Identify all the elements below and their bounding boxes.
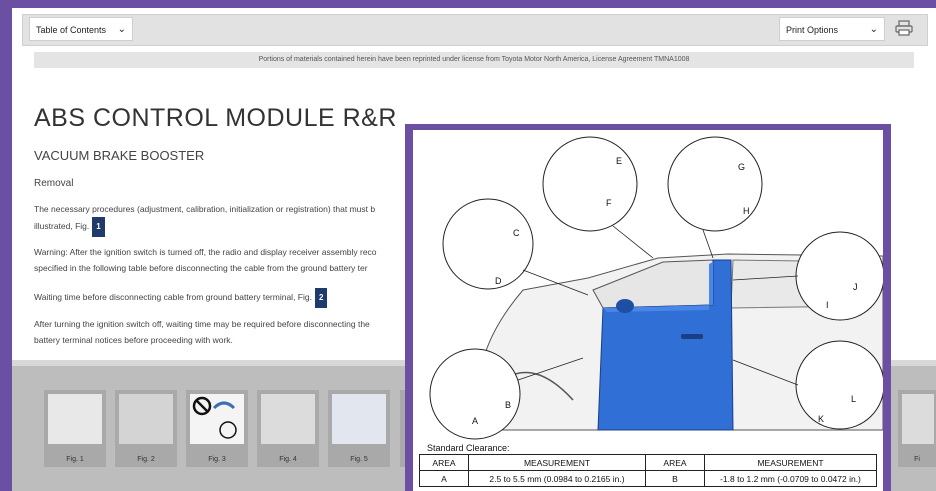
thumbnail-label: Fig. 4 xyxy=(279,456,297,463)
chevron-down-icon: ⌄ xyxy=(117,24,126,35)
svg-text:H: H xyxy=(743,206,750,216)
thumbnail-label: Fi xyxy=(914,456,920,463)
thumbnail-image xyxy=(48,394,102,444)
chevron-down-icon: ⌄ xyxy=(869,24,878,35)
procedure-paragraph: The necessary procedures (adjustment, ca… xyxy=(34,201,414,237)
waiting-paragraph: Waiting time before disconnecting cable … xyxy=(34,288,414,308)
svg-text:E: E xyxy=(616,156,622,166)
table-cell: A xyxy=(419,470,469,487)
svg-text:F: F xyxy=(606,198,612,208)
door-clearance-diagram: C D E F G H I J A B K L xyxy=(429,136,883,440)
notice-paragraph: After turning the ignition switch off, w… xyxy=(34,316,414,348)
figure-link-badge[interactable]: 1 xyxy=(92,217,105,237)
svg-text:J: J xyxy=(853,282,858,292)
paragraph-line: Warning: After the ignition switch is tu… xyxy=(34,247,377,257)
svg-text:D: D xyxy=(495,276,502,286)
no-sign-icon xyxy=(192,396,237,439)
table-of-contents-dropdown[interactable]: Table of Contents ⌄ xyxy=(29,17,133,41)
print-options-label: Print Options xyxy=(786,25,839,35)
thumbnail-label: Fig. 2 xyxy=(137,456,155,463)
printer-icon[interactable] xyxy=(895,20,913,36)
thumbnail-image xyxy=(190,394,244,444)
section-subtitle: VACUUM BRAKE BOOSTER xyxy=(34,148,205,163)
gallery-thumbnail[interactable]: Fi xyxy=(898,390,936,467)
license-notice: Portions of materials contained herein h… xyxy=(34,52,914,68)
thumbnail-label: Fig. 3 xyxy=(208,456,226,463)
figure-canvas: C D E F G H I J A B K L Standard Clearan… xyxy=(413,130,883,491)
svg-text:I: I xyxy=(826,300,829,310)
figure-popup[interactable]: C D E F G H I J A B K L Standard Clearan… xyxy=(405,124,891,491)
column-header: AREA xyxy=(419,454,469,471)
table-cell: 2.5 to 5.5 mm (0.0984 to 0.2165 in.) xyxy=(468,470,646,487)
gallery-thumbnail[interactable]: Fig. 5 xyxy=(328,390,390,467)
gallery-thumbnail[interactable]: Fig. 2 xyxy=(115,390,177,467)
svg-text:L: L xyxy=(851,394,856,404)
page-title: ABS CONTROL MODULE R&R xyxy=(34,104,397,132)
thumbnail-image xyxy=(902,394,934,444)
column-header: AREA xyxy=(645,454,705,471)
thumbnail-image xyxy=(261,394,315,444)
toc-label: Table of Contents xyxy=(36,25,107,35)
paragraph-line: battery terminal notices before proceedi… xyxy=(34,335,233,345)
column-header: MEASUREMENT xyxy=(468,454,646,471)
svg-text:G: G xyxy=(738,162,745,172)
svg-text:K: K xyxy=(818,414,824,424)
paragraph-line: specified in the following table before … xyxy=(34,263,368,273)
gallery-thumbnail[interactable]: Fig. 1 xyxy=(44,390,106,467)
clearance-table: AREA MEASUREMENT AREA MEASUREMENT A 2.5 … xyxy=(419,454,877,487)
paragraph-line: Waiting time before disconnecting cable … xyxy=(34,292,312,302)
table-row: A 2.5 to 5.5 mm (0.0984 to 0.2165 in.) B… xyxy=(419,470,877,487)
svg-text:A: A xyxy=(472,416,478,426)
thumbnail-label: Fig. 1 xyxy=(66,456,84,463)
warning-paragraph: Warning: After the ignition switch is tu… xyxy=(34,244,414,276)
paragraph-line: After turning the ignition switch off, w… xyxy=(34,319,370,329)
table-cell: -1.8 to 1.2 mm (-0.0709 to 0.0472 in.) xyxy=(704,470,877,487)
thumbnail-label: Fig. 5 xyxy=(350,456,368,463)
table-header-row: AREA MEASUREMENT AREA MEASUREMENT xyxy=(419,454,877,471)
thumbnail-image xyxy=(332,394,386,444)
gallery-thumbnail[interactable]: Fig. 4 xyxy=(257,390,319,467)
print-options-dropdown[interactable]: Print Options ⌄ xyxy=(779,17,885,41)
table-cell: B xyxy=(645,470,705,487)
paragraph-line: The necessary procedures (adjustment, ca… xyxy=(34,204,376,214)
gallery-thumbnail[interactable]: Fig. 3 xyxy=(186,390,248,467)
thumbnail-image xyxy=(119,394,173,444)
section-heading: Removal xyxy=(34,178,74,189)
viewer-toolbar: Table of Contents ⌄ Print Options ⌄ xyxy=(22,14,928,46)
column-header: MEASUREMENT xyxy=(704,454,877,471)
svg-text:C: C xyxy=(513,228,520,238)
svg-text:B: B xyxy=(505,400,511,410)
figure-link-badge[interactable]: 2 xyxy=(314,288,328,308)
standard-clearance-label: Standard Clearance: xyxy=(427,443,510,453)
paragraph-line: illustrated, Fig. 1 xyxy=(34,217,414,237)
